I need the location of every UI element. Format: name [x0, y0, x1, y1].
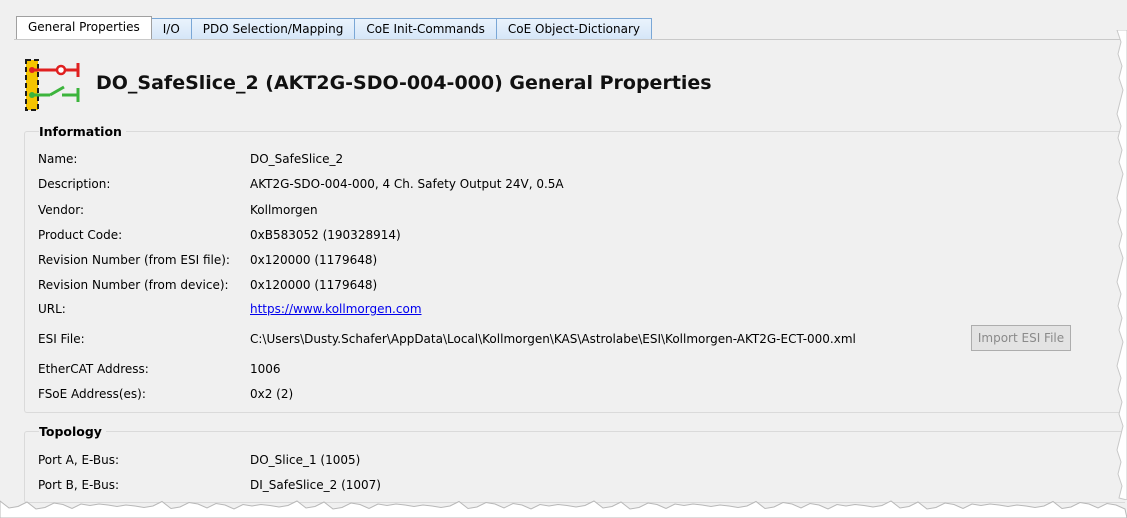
page-title: DO_SafeSlice_2 (AKT2G-SDO-004-000) Gener… [96, 72, 712, 94]
torn-edge-bottom [0, 500, 1127, 518]
name-label: Name: [38, 152, 78, 166]
port-a-value: DO_Slice_1 (1005) [250, 453, 361, 467]
fsoe-address-value: 0x2 (2) [250, 387, 294, 401]
tab-bar: General Properties I/O PDO Selection/Map… [16, 16, 652, 39]
description-label: Description: [38, 177, 111, 191]
tab-general-properties[interactable]: General Properties [16, 16, 152, 39]
port-b-label: Port B, E-Bus: [38, 478, 120, 492]
ethercat-address-value: 1006 [250, 362, 281, 376]
product-code-label: Product Code: [38, 228, 123, 242]
product-code-value: 0xB583052 (190328914) [250, 228, 401, 242]
url-label: URL: [38, 302, 66, 316]
topology-groupbox [24, 431, 1125, 503]
information-groupbox [24, 131, 1125, 413]
url-link[interactable]: https://www.kollmorgen.com [250, 302, 422, 316]
import-esi-file-button[interactable]: Import ESI File [971, 325, 1071, 351]
topology-section-title: Topology [39, 424, 106, 439]
information-section-title: Information [39, 124, 126, 139]
port-b-value: DI_SafeSlice_2 (1007) [250, 478, 381, 492]
safety-output-module-icon [25, 59, 80, 111]
port-a-label: Port A, E-Bus: [38, 453, 120, 467]
name-value: DO_SafeSlice_2 [250, 152, 344, 166]
revision-device-value: 0x120000 (1179648) [250, 278, 378, 292]
esi-file-label: ESI File: [38, 332, 85, 346]
vendor-value: Kollmorgen [250, 203, 318, 217]
description-value: AKT2G-SDO-004-000, 4 Ch. Safety Output 2… [250, 177, 564, 191]
tab-coe-object-dictionary[interactable]: CoE Object-Dictionary [495, 18, 652, 39]
tab-pdo-selection-mapping[interactable]: PDO Selection/Mapping [190, 18, 356, 39]
fsoe-address-label: FSoE Address(es): [38, 387, 146, 401]
revision-device-label: Revision Number (from device): [38, 278, 229, 292]
tab-io[interactable]: I/O [150, 18, 192, 39]
revision-esi-value: 0x120000 (1179648) [250, 253, 378, 267]
esi-file-path: C:\Users\Dusty.Schafer\AppData\Local\Kol… [250, 332, 856, 346]
vendor-label: Vendor: [38, 203, 84, 217]
torn-edge-right [1116, 30, 1127, 500]
tab-coe-init-commands[interactable]: CoE Init-Commands [354, 18, 497, 39]
ethercat-address-label: EtherCAT Address: [38, 362, 149, 376]
revision-esi-label: Revision Number (from ESI file): [38, 253, 230, 267]
